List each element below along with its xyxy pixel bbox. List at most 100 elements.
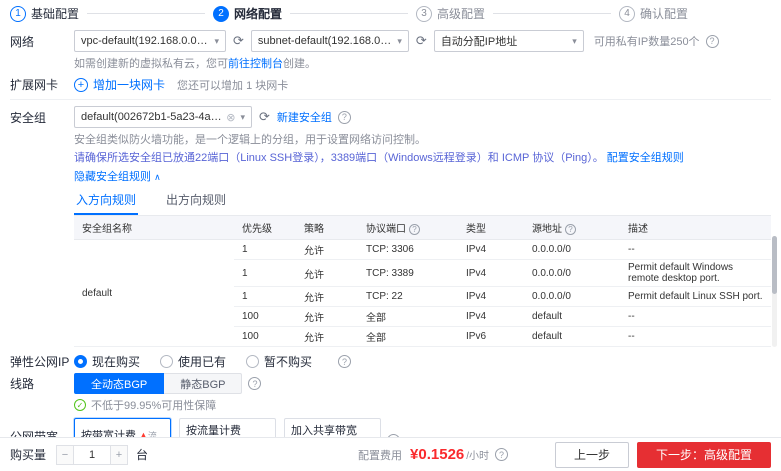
help-icon[interactable]: ?	[248, 377, 262, 390]
step-number: 3	[416, 5, 433, 22]
refresh-vpc-icon[interactable]: ⟳	[233, 33, 244, 49]
chevron-down-icon: ▾	[240, 111, 245, 122]
card-title: 按带宽计费	[81, 429, 136, 438]
security-group-label: 安全组	[10, 110, 47, 125]
table-scrollbar-thumb[interactable]	[772, 236, 777, 294]
ip-mode-value: 自动分配IP地址	[440, 36, 518, 48]
help-icon[interactable]: ?	[338, 355, 352, 368]
network-note-pre: 如需创建新的虚拟私有云，您可	[74, 58, 228, 70]
add-nic-label: 增加一块网卡	[93, 78, 166, 92]
tab-inbound-rules[interactable]: 入方向规则	[74, 188, 139, 215]
cell-description: --	[620, 239, 771, 260]
security-group-select[interactable]: default(002672b1-5a23-4adb-a8ae-e3eb0630…	[74, 106, 252, 128]
ecs-network-config-page: 1 基础配置 2 网络配置 3 高级配置 4 确认配置 网络 vpc-defau…	[0, 0, 781, 471]
cell-type: IPv4	[458, 306, 524, 327]
help-icon[interactable]: ?	[337, 110, 351, 124]
refresh-subnet-icon[interactable]: ⟳	[416, 33, 427, 49]
cell-policy: 允许	[296, 326, 358, 347]
radio-not-now[interactable]: 暂不购买	[246, 353, 312, 370]
network-label: 网络	[10, 34, 35, 49]
cell-policy: 允许	[296, 286, 358, 307]
check-circle-icon: ✓	[74, 399, 86, 411]
step-number: 2	[213, 5, 230, 22]
line-option-static-bgp[interactable]: 静态BGP	[163, 373, 243, 394]
help-icon[interactable]: ?	[565, 224, 576, 235]
chevron-down-icon: ▾	[572, 35, 577, 46]
cell-type: IPv4	[458, 286, 524, 307]
card-shared-bandwidth[interactable]: 加入共享带宽 多业务流量错峰分布场景	[284, 418, 381, 437]
nic-row: 扩展网卡 + 增加一块网卡 您还可以增加 1 块网卡	[10, 76, 771, 93]
create-security-group-link[interactable]: 新建安全组	[277, 109, 332, 125]
help-icon[interactable]: ?	[705, 34, 719, 48]
hide-sg-rules-link[interactable]: 隐藏安全组规则	[74, 171, 151, 183]
nic-label: 扩展网卡	[10, 78, 59, 92]
quantity-unit: 台	[136, 448, 149, 462]
bandwidth-billing-row: 公网带宽 按带宽计费 ▲ 流量较大或较稳定的场景 按流量计费 流量小或流量波动较…	[10, 418, 771, 437]
subnet-select[interactable]: subnet-default(192.168.0.0/24) ▾	[250, 30, 409, 52]
ip-mode-select[interactable]: 自动分配IP地址 ▾	[433, 30, 584, 52]
step-confirm-config[interactable]: 4 确认配置	[619, 5, 688, 22]
cell-protocol: TCP: 22	[358, 286, 458, 307]
step-advanced-config[interactable]: 3 高级配置	[416, 5, 485, 22]
eip-label: 弹性公网IP	[10, 355, 70, 369]
cell-priority: 1	[234, 259, 296, 287]
line-label: 线路	[10, 377, 35, 391]
chevron-down-icon: ▾	[397, 35, 402, 46]
step-network-config[interactable]: 2 网络配置	[213, 5, 282, 22]
chevron-up-icon[interactable]: ∧	[154, 172, 161, 182]
eip-row: 弹性公网IP 现在购买 使用已有 暂不购买 ?	[10, 353, 771, 370]
fee-block: 配置费用 ¥0.1526 /小时 ?	[358, 446, 509, 463]
billing-cards: 按带宽计费 ▲ 流量较大或较稳定的场景 按流量计费 流量小或流量波动较大场景 加…	[74, 418, 381, 437]
line-segment-group: 全动态BGP 静态BGP	[74, 373, 243, 394]
subnet-select-value: subnet-default(192.168.0.0/24)	[257, 35, 393, 47]
minus-button[interactable]: −	[56, 444, 75, 465]
sg-rules-table-wrap: 安全组名称 优先级 策略 协议端口? 类型 源地址? 描述 default 1 …	[74, 216, 777, 347]
plus-button[interactable]: +	[110, 444, 129, 465]
available-ip-hint: 可用私有IP数量250个	[593, 36, 700, 48]
help-icon[interactable]: ?	[409, 224, 420, 235]
radio-buy-now[interactable]: 现在购买	[74, 353, 140, 370]
cell-priority: 1	[234, 239, 296, 260]
nic-remaining-hint: 您还可以增加 1 块网卡	[177, 79, 289, 92]
col-priority: 优先级	[234, 216, 296, 240]
radio-icon	[246, 355, 260, 368]
card-subtitle: 流量较大或较稳定的场景	[147, 431, 164, 437]
table-header-row: 安全组名称 优先级 策略 协议端口? 类型 源地址? 描述	[74, 216, 771, 240]
line-sla-text: 不低于99.95%可用性保障	[91, 400, 217, 412]
radio-use-existing[interactable]: 使用已有	[160, 353, 226, 370]
quantity-value[interactable]: 1	[74, 444, 111, 465]
plus-circle-icon: +	[74, 77, 88, 92]
col-protocol-port: 协议端口?	[358, 216, 458, 240]
card-title: 按流量计费	[186, 425, 241, 437]
add-nic-button[interactable]: + 增加一块网卡	[74, 76, 165, 93]
cell-source-link[interactable]: default	[524, 326, 620, 347]
help-icon[interactable]: ?	[495, 448, 509, 461]
card-by-bandwidth[interactable]: 按带宽计费 ▲ 流量较大或较稳定的场景	[74, 418, 171, 437]
clear-icon[interactable]: ⊗	[226, 111, 235, 124]
vpc-select[interactable]: vpc-default(192.168.0.0/16) ▾	[74, 30, 226, 52]
line-row: 线路 全动态BGP 静态BGP ?	[10, 373, 771, 394]
sg-port-warning: 请确保所选安全组已放通22端口（Linux SSH登录），3389端口（Wind…	[74, 149, 771, 165]
tab-outbound-rules[interactable]: 出方向规则	[164, 188, 228, 215]
console-link[interactable]: 前往控制台	[228, 58, 283, 70]
refresh-sg-icon[interactable]: ⟳	[259, 109, 270, 125]
card-by-traffic[interactable]: 按流量计费 流量小或流量波动较大场景	[179, 418, 276, 437]
cell-source-link[interactable]: default	[524, 306, 620, 327]
chevron-down-icon: ▾	[214, 35, 219, 46]
cell-group-name: default	[74, 239, 234, 347]
step-connector	[493, 13, 612, 14]
cell-type: IPv4	[458, 259, 524, 287]
previous-step-button[interactable]: 上一步	[554, 441, 629, 468]
configure-sg-rules-link[interactable]: 配置安全组规则	[607, 152, 684, 164]
quantity-label: 购买量	[10, 448, 47, 462]
step-basic-config[interactable]: 1 基础配置	[10, 5, 79, 22]
col-source: 源地址?	[524, 216, 620, 240]
col-group-name: 安全组名称	[74, 216, 234, 240]
radio-label: 现在购买	[92, 355, 141, 369]
bandwidth-billing-label: 公网带宽	[10, 430, 59, 437]
next-step-button[interactable]: 下一步：高级配置	[636, 441, 771, 468]
cell-source: 0.0.0.0/0	[524, 239, 620, 260]
cell-description: Permit default Windows remote desktop po…	[620, 259, 771, 287]
line-option-dynamic-bgp[interactable]: 全动态BGP	[74, 373, 165, 394]
step-connector	[87, 13, 206, 14]
